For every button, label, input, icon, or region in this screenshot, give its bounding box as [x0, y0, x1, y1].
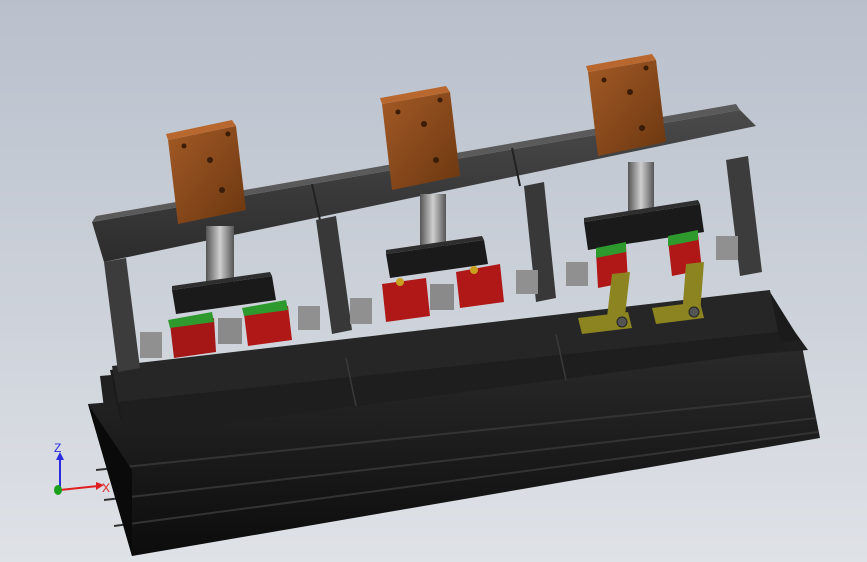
cylinder-center[interactable]	[380, 86, 460, 256]
orientation-triad: Z X	[54, 441, 110, 495]
frame-post-mid-1[interactable]	[316, 216, 352, 334]
fixture-model[interactable]	[0, 0, 867, 562]
frame-post-left[interactable]	[104, 258, 140, 372]
z-axis-label: Z	[54, 441, 61, 455]
x-axis-label: X	[102, 481, 110, 495]
x-axis-arrow	[59, 485, 99, 491]
cad-viewport[interactable]: Z X	[0, 0, 867, 562]
cylinder-left[interactable]	[166, 120, 246, 288]
cylinder-right[interactable]	[586, 54, 666, 224]
y-axis-dot	[54, 485, 62, 495]
station-2-blocks[interactable]	[350, 264, 538, 324]
